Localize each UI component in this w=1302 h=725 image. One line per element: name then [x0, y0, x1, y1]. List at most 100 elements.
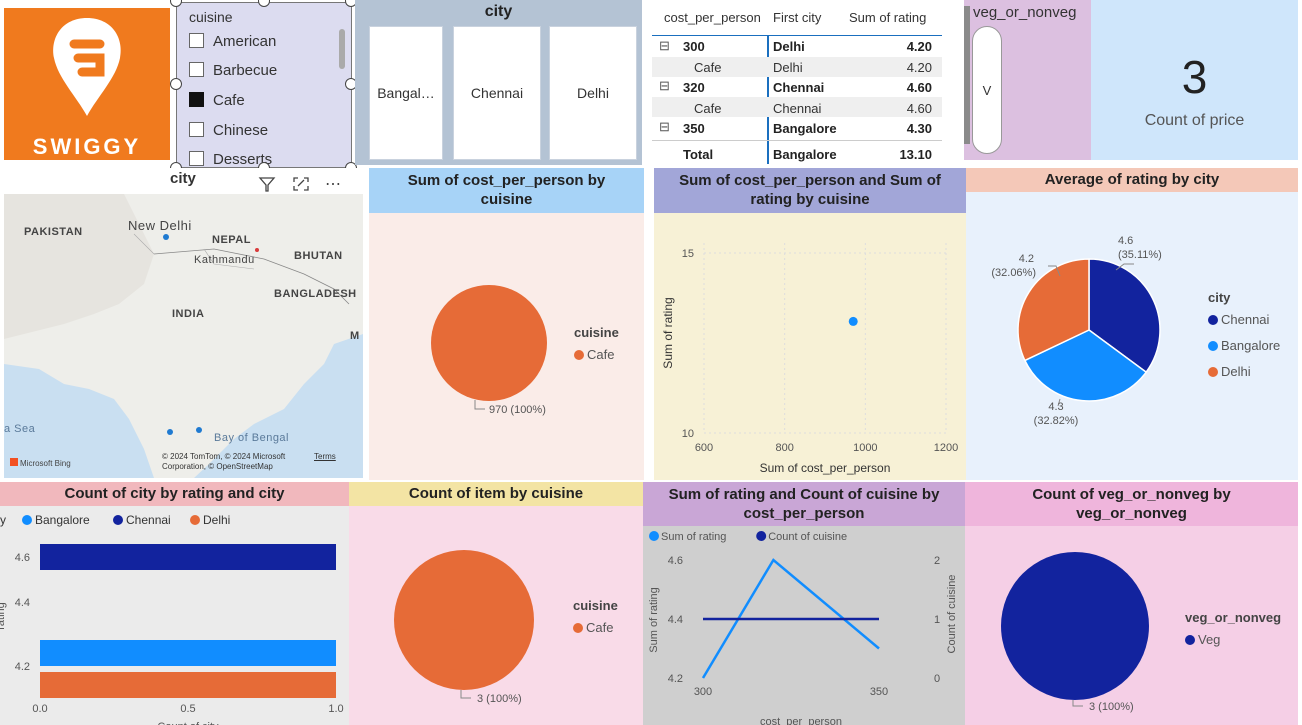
y-axis-label: Sum of rating [661, 297, 675, 368]
pie-slice [394, 550, 534, 690]
x-tick-label: 1200 [934, 442, 958, 454]
table-row[interactable]: ⊟ 300 Delhi 4.20 [652, 37, 942, 57]
table-row[interactable]: Cafe Delhi 4.20 [652, 57, 942, 77]
bar [40, 544, 336, 570]
card-label: Count of price [1144, 112, 1245, 129]
chart-panel-scatter: Sum of cost_per_person and Sum of rating… [654, 168, 966, 480]
y2-tick-label: 2 [934, 555, 940, 567]
slicer-item-cafe[interactable]: Cafe [189, 92, 245, 109]
data-label-pct: (32.82%) [1034, 415, 1079, 427]
veg-slicer-title: veg_or_nonveg [973, 4, 1077, 21]
checkbox[interactable] [189, 33, 204, 48]
cell: 4.20 [906, 60, 932, 75]
col-header-city[interactable]: First city [773, 10, 821, 25]
legend-label: Sum of rating [661, 531, 726, 543]
data-label: 3 (100%) [477, 693, 522, 705]
legend-marker [190, 515, 200, 525]
cell: 320 [683, 80, 705, 95]
map-label-bangladesh: BANGLADESH [274, 288, 357, 300]
slicer-item-label: American [213, 33, 277, 50]
legend-label: Cafe [586, 620, 613, 635]
y-tick-label: 4.6 [668, 555, 683, 567]
y2-tick-label: 1 [934, 614, 940, 626]
cell: 4.60 [906, 101, 932, 116]
cell: Chennai [773, 101, 822, 116]
legend-marker [1208, 367, 1218, 377]
swiggy-logo: SWIGGY [4, 8, 170, 160]
checkbox[interactable] [189, 122, 204, 137]
veg-slicer-option-label: V [982, 82, 992, 98]
scrollbar[interactable] [964, 6, 970, 144]
chart-panel-bar: Count of city by rating and city ity Bang… [0, 482, 349, 725]
y2-axis-label: Count of cuisine [946, 575, 958, 654]
cell: Chennai [773, 80, 825, 95]
slicer-item-american[interactable]: American [189, 33, 276, 50]
collapse-icon[interactable]: ⊟ [659, 38, 670, 54]
map-copyright-text: © 2024 TomTom, © 2024 Microsoft Corporat… [162, 452, 286, 471]
chart-panel-item-by-cuisine: Count of item by cuisine cuisine Cafe 3 (1… [349, 482, 643, 725]
map-canvas[interactable]: PAKISTAN New Delhi NEPAL Kathmandu BHUTA… [4, 194, 363, 478]
slicer-item-label: Cafe [213, 92, 245, 109]
resize-handle[interactable] [170, 78, 182, 90]
cell: Cafe [694, 101, 722, 116]
map-label-bay-of-bengal: Bay of Bengal [214, 432, 289, 444]
x-tick-label: 800 [775, 442, 793, 454]
veg-slicer[interactable]: veg_or_nonveg V [964, 0, 1091, 160]
city-tile-chennai[interactable]: Chennai [453, 26, 541, 160]
count-card: 3 Count of price [1091, 0, 1298, 160]
matrix-header: cost_per_person First city Sum of rating [652, 8, 942, 36]
table-row[interactable]: Cafe Chennai 4.60 [652, 97, 942, 117]
chart-title: Count of veg_or_nonveg by veg_or_nonveg [1032, 486, 1231, 522]
cell: Bangalore [773, 121, 837, 136]
more-options-icon[interactable]: ⋯ [325, 174, 342, 194]
map-title: city [170, 170, 196, 187]
y-tick-label: 4.4 [15, 597, 30, 609]
checkbox[interactable] [189, 62, 204, 77]
cell: 350 [683, 121, 705, 136]
pie-chart: cuisine Cafe 3 (100%) [394, 550, 618, 705]
city-tile-delhi[interactable]: Delhi [549, 26, 637, 160]
chart-panel-line: Sum of rating and Count of cuisine by co… [643, 482, 965, 725]
chart-title: Sum of cost_per_person and Sum of rating… [679, 172, 941, 208]
slicer-item-label: Chinese [213, 122, 269, 139]
data-label: 4.3 [1048, 401, 1063, 413]
legend-label: Delhi [203, 513, 230, 527]
collapse-icon[interactable]: ⊟ [659, 78, 670, 94]
y-tick-label: 4.2 [668, 673, 683, 685]
cell: Total [683, 147, 714, 162]
table-row[interactable]: ⊟ 320 Chennai 4.60 [652, 77, 942, 97]
checkbox-checked[interactable] [189, 92, 204, 107]
collapse-icon[interactable]: ⊟ [659, 119, 670, 135]
leader-line [1072, 700, 1083, 707]
bar [40, 672, 336, 698]
table-row[interactable]: ⊟ 350 Bangalore 4.30 [652, 117, 942, 137]
scrollbar[interactable] [339, 29, 345, 69]
map-visual[interactable]: city ⋯ PAKISTAN New Delhi NEPAL Kathmand… [0, 168, 367, 480]
pie-chart: city Chennai Bangalore Delhi 4.6 (35.11%) 4.3 (… [991, 235, 1280, 427]
y2-tick-label: 0 [934, 673, 940, 685]
checkbox[interactable] [189, 151, 204, 166]
legend-label: Chennai [1221, 312, 1270, 327]
legend-label: Bangalore [35, 513, 90, 527]
chart-title: Count of city by rating and city [64, 485, 285, 502]
slicer-item-chinese[interactable]: Chinese [189, 122, 268, 139]
city-slicer[interactable]: city Bangal… Chennai Delhi [355, 0, 642, 165]
col-header-rating[interactable]: Sum of rating [849, 10, 926, 25]
y-tick-label: 4.4 [668, 614, 683, 626]
map-label-new-delhi: New Delhi [128, 218, 192, 233]
cuisine-slicer-title: cuisine [189, 9, 233, 25]
line-chart: Sum of rating Count of cuisine 4.6 4.4 4.2 2 1… [648, 531, 958, 725]
city-tile-bangalore[interactable]: Bangal… [369, 26, 443, 160]
cell: Delhi [773, 60, 803, 75]
map-label-nepal: NEPAL [212, 234, 251, 246]
cuisine-slicer[interactable]: cuisine American Barbecue Cafe Chinese D… [176, 2, 352, 168]
veg-slicer-option[interactable]: V [972, 26, 1002, 154]
col-header-cost[interactable]: cost_per_person [664, 10, 761, 25]
city-tile-label: Bangal… [377, 85, 435, 101]
cell: 13.10 [899, 147, 932, 162]
y-tick-label: 4.2 [15, 661, 30, 673]
map-terms-link[interactable]: Terms [314, 452, 336, 461]
map-label-arabian-sea: a Sea [4, 423, 36, 435]
slicer-item-barbecue[interactable]: Barbecue [189, 62, 277, 79]
map-label-bhutan: BHUTAN [294, 250, 343, 262]
